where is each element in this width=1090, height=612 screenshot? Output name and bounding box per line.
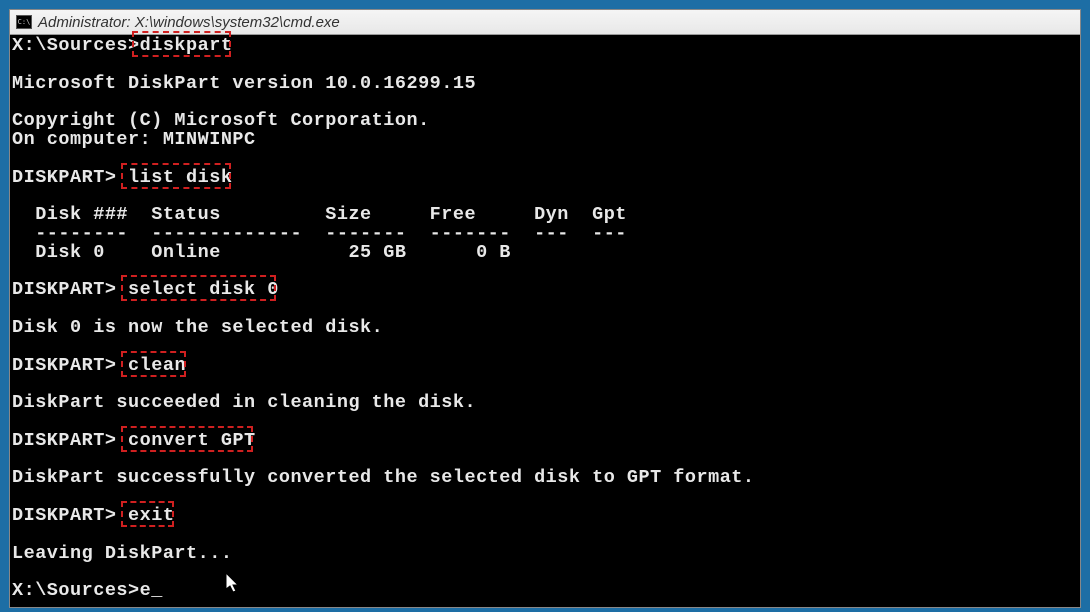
terminal-line: Leaving DiskPart... [12, 545, 1078, 564]
command-text: select disk 0 [128, 279, 279, 300]
terminal-output[interactable]: X:\Sources>diskpartMicrosoft DiskPart ve… [10, 35, 1080, 603]
prompt: DISKPART> [12, 505, 128, 526]
prompt: DISKPART> [12, 355, 128, 376]
prompt: DISKPART> [12, 167, 128, 188]
command-text: diskpart [140, 35, 233, 56]
prompt: X:\Sources> [12, 35, 140, 56]
terminal-line: On computer: MINWINPC [12, 131, 1078, 150]
window-title: Administrator: X:\windows\system32\cmd.e… [38, 14, 340, 31]
terminal-line [12, 526, 1078, 545]
terminal-line: DISKPART> exit [12, 507, 1078, 526]
cmd-window: C:\ Administrator: X:\windows\system32\c… [9, 9, 1081, 608]
terminal-line: Disk 0 Online 25 GB 0 B [12, 244, 1078, 263]
terminal-line: X:\Sources>e_ [12, 582, 1078, 601]
prompt: DISKPART> [12, 430, 128, 451]
command-text: list disk [128, 167, 232, 188]
terminal-line: DiskPart successfully converted the sele… [12, 469, 1078, 488]
prompt: DISKPART> [12, 279, 128, 300]
terminal-line: DISKPART> select disk 0 [12, 281, 1078, 300]
terminal-line [12, 563, 1078, 582]
cmd-icon: C:\ [16, 15, 32, 29]
titlebar[interactable]: C:\ Administrator: X:\windows\system32\c… [10, 10, 1080, 35]
command-text: e [140, 580, 152, 601]
command-text: convert GPT [128, 430, 256, 451]
terminal-line [12, 56, 1078, 75]
terminal-line: -------- ------------- ------- ------- -… [12, 225, 1078, 244]
terminal-line: DiskPart succeeded in cleaning the disk. [12, 394, 1078, 413]
text-cursor: _ [151, 580, 163, 601]
command-text: exit [128, 505, 174, 526]
cmd-icon-label: C:\ [18, 19, 31, 26]
terminal-line: Microsoft DiskPart version 10.0.16299.15 [12, 75, 1078, 94]
terminal-line: DISKPART> convert GPT [12, 432, 1078, 451]
terminal-line: DISKPART> clean [12, 357, 1078, 376]
prompt: X:\Sources> [12, 580, 140, 601]
terminal-line: Disk 0 is now the selected disk. [12, 319, 1078, 338]
terminal-line: DISKPART> list disk [12, 169, 1078, 188]
command-text: clean [128, 355, 186, 376]
terminal-line: X:\Sources>diskpart [12, 37, 1078, 56]
